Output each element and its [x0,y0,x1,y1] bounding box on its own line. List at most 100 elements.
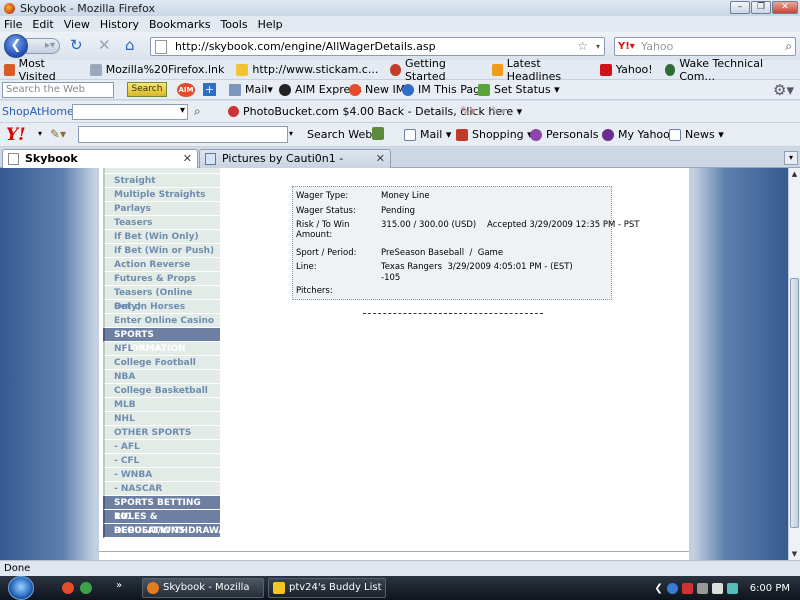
scroll-down-arrow[interactable]: ▼ [789,548,800,560]
gear-icon[interactable]: ⚙▾ [773,81,794,99]
vertical-scrollbar[interactable]: ▲ ▼ [788,168,800,560]
shield-icon[interactable] [372,127,384,140]
bookmark-getting-started[interactable]: Getting Started [390,57,480,83]
bookmark-latest-headlines[interactable]: Latest Headlines [492,57,588,83]
volume-icon[interactable] [711,582,723,594]
bookmark-mozilla-firefox[interactable]: Mozilla%20Firefox.lnk [89,63,224,76]
toolbar-new-im[interactable]: New IM [349,83,405,96]
sidebar-item-cfl[interactable]: - CFL [103,454,220,468]
my-yahoo[interactable]: My Yahoo! [602,128,674,141]
settings-icon[interactable]: ✎▾ [490,104,506,118]
sidebar-item-teasers[interactable]: Teasers [103,216,220,230]
toolbar-set-status[interactable]: Set Status ▾ [478,83,560,96]
stop-icon[interactable]: ✕ [98,38,111,53]
pencil-icon[interactable]: ✎▾ [50,127,66,141]
tools-icon[interactable]: ✎▾ [460,104,476,118]
sidebar-item-deposit-withdrawal[interactable]: DEPOSIT/WITHDRAWAL [103,524,231,538]
sidebar-item-afl[interactable]: - AFL [103,440,220,454]
sidebar-item-nascar[interactable]: - NASCAR [103,482,220,496]
web-search-button[interactable]: Search [127,82,167,97]
sidebar-item-bet-on-horses[interactable]: Bet on Horses [103,300,220,314]
shopathome-brand[interactable]: ShopAtHome [2,105,74,118]
sidebar-item-nhl[interactable]: NHL [103,412,220,426]
yahoo-news[interactable]: News ▾ [669,128,724,141]
home-icon[interactable]: ⌂ [125,38,135,53]
menu-view[interactable]: View [64,18,90,31]
forward-button[interactable]: ▸▾ [26,38,60,54]
sidebar-item-mlb[interactable]: MLB [103,398,220,412]
yahoo-mail[interactable]: Mail ▾ [404,128,451,141]
tab-skybook[interactable]: Skybook ✕ [2,149,198,168]
bookmark-stickam[interactable]: http://www.stickam.c... [236,63,378,76]
shopathome-search-input[interactable] [72,104,188,120]
reload-icon[interactable]: ↻ [70,38,83,53]
sidebar-item-teasers-online-only[interactable]: Teasers (Online Only) [103,286,220,312]
minimize-button[interactable]: – [730,1,750,14]
search-icon[interactable]: ⌕ [785,38,792,55]
yahoo-search-input[interactable] [78,126,288,143]
yahoo-search-dropdown-icon[interactable]: ▾ [289,129,293,138]
close-window-button[interactable]: ✕ [772,1,798,14]
bookmark-most-visited[interactable]: Most Visited [4,57,78,83]
close-tab-icon[interactable]: ✕ [183,150,192,167]
bookmark-wake-technical[interactable]: Wake Technical Com... [664,57,788,83]
sidebar-item-other-sports[interactable]: OTHER SPORTS [103,426,220,440]
battery-icon[interactable] [726,582,738,594]
quicklaunch-more-icon[interactable]: » [116,580,122,591]
yahoo-shopping[interactable]: Shopping ▾ [456,128,533,141]
url-dropdown-icon[interactable]: ▾ [596,38,600,55]
bookmark-yahoo[interactable]: Yahoo! [599,63,653,76]
toolbar-mail[interactable]: Mail ▾ [229,83,273,96]
sidebar-item-nba[interactable]: NBA [103,370,220,384]
messenger-quicklaunch-icon[interactable] [80,582,92,594]
skype-icon[interactable] [666,582,678,594]
search-icon[interactable]: ⌕ [194,104,201,119]
sidebar-item-if-bet-win-or-push[interactable]: If Bet (Win or Push) [103,244,220,258]
menu-bookmarks[interactable]: Bookmarks [149,18,210,31]
yahoo-menu-dropdown-icon[interactable]: ▾ [38,129,42,138]
maximize-button[interactable]: ❐ [751,1,771,14]
menu-history[interactable]: History [100,18,139,31]
scroll-up-arrow[interactable]: ▲ [789,168,800,180]
sidebar-item-wnba[interactable]: - WNBA [103,468,220,482]
bookmark-star-icon[interactable]: ☆ [577,38,588,55]
clock[interactable]: 6:00 PM [750,583,790,594]
web-search-input[interactable]: Search the Web [2,82,114,98]
start-button[interactable] [8,576,34,600]
menu-edit[interactable]: Edit [32,18,53,31]
tab-photobucket[interactable]: Pictures by Cauti0n1 - Photobucket ✕ [199,149,391,182]
sidebar-item-college-football[interactable]: College Football [103,356,220,370]
aim-quicklaunch-icon[interactable] [62,582,74,594]
sidebar-item-college-basketball[interactable]: College Basketball [103,384,220,398]
add-icon[interactable]: + [203,83,216,96]
taskbar-firefox-button[interactable]: Skybook - Mozilla Fi... [142,578,264,598]
aim-logo-icon[interactable]: AIM [177,83,195,97]
sidebar-item-action-reverse[interactable]: Action Reverse [103,258,220,272]
yahoo-personals[interactable]: Personals ▾ [530,128,608,141]
search-input[interactable]: Y!▾ Yahoo ⌕ [614,37,796,56]
photobucket-promo[interactable]: PhotoBucket.com $4.00 Back - Details, cl… [228,105,522,118]
sidebar-item-if-bet-win-only[interactable]: If Bet (Win Only) [103,230,220,244]
menu-help[interactable]: Help [258,18,283,31]
close-tab-icon[interactable]: ✕ [376,150,385,167]
sidebar-item-parlays[interactable]: Parlays [103,202,220,216]
url-bar[interactable]: http://skybook.com/engine/AllWagerDetail… [150,37,605,56]
taskbar-buddylist-button[interactable]: ptv24's Buddy List ... [268,578,386,598]
yahoo-search-web[interactable]: Search Web ▾ [307,128,381,141]
yahoo-logo-icon[interactable]: Y! [6,125,26,145]
tab-list-button[interactable]: ▾ [784,151,798,165]
menu-tools[interactable]: Tools [220,18,247,31]
sidebar-item-sports-information[interactable]: SPORTS INFORMATION [103,328,220,354]
antivirus-icon[interactable] [681,582,693,594]
menu-file[interactable]: File [4,18,22,31]
sidebar-item-sports-betting-101[interactable]: SPORTS BETTING 101 [103,496,220,522]
sidebar-item-futures-props[interactable]: Futures & Props [103,272,220,286]
tray-expand-icon[interactable]: ❮ [654,583,662,594]
scroll-thumb[interactable] [790,278,799,528]
toolbar-im-this-page[interactable]: IM This Page [402,83,487,96]
back-button[interactable]: ❮ [4,34,28,58]
network-icon[interactable] [696,582,708,594]
sidebar-item-straight[interactable]: Straight [103,174,220,188]
sidebar-item-rules-regulations[interactable]: RULES & REGULATIONS [103,510,220,536]
sidebar-item-multiple-straights[interactable]: Multiple Straights [103,188,220,202]
